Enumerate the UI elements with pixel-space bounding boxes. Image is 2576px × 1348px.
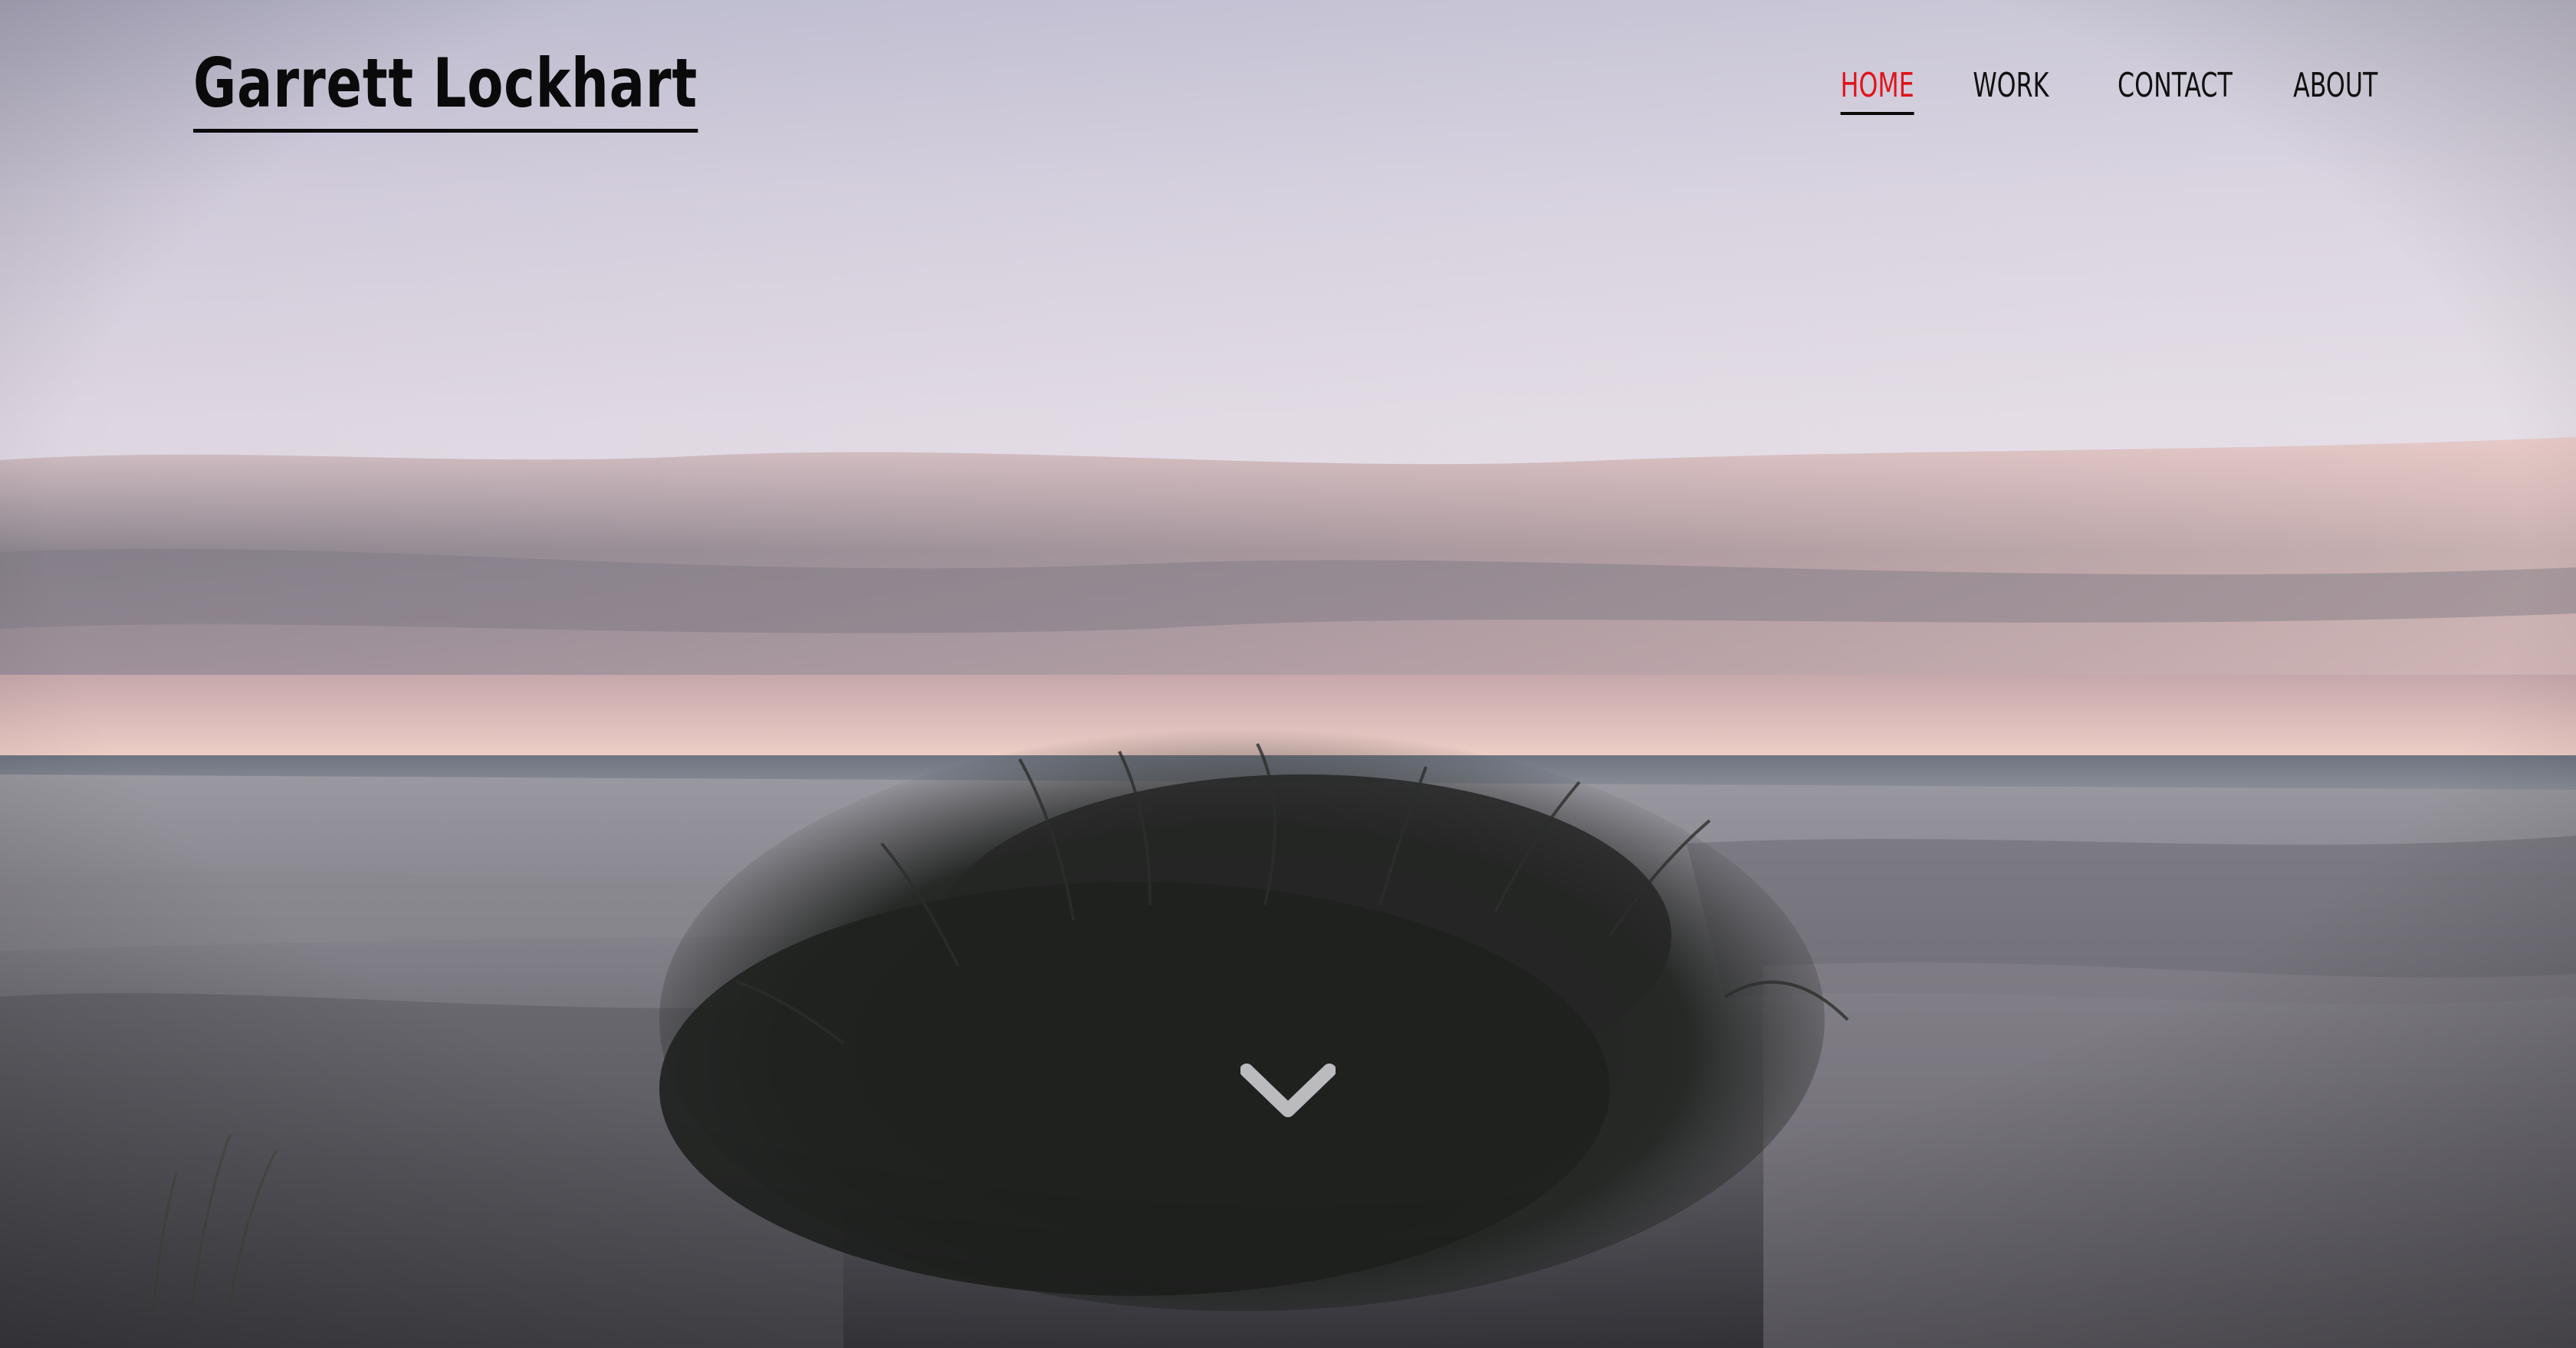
main-navigation: HOME WORK CONTACT ABOUT <box>1818 61 2383 115</box>
chevron-down-icon <box>1240 1064 1336 1117</box>
hero-background-image <box>0 0 2576 1348</box>
home-page: Garrett Lockhart HOME WORK CONTACT ABOUT <box>0 0 2576 1348</box>
nav-work[interactable]: WORK <box>1968 61 2054 110</box>
nav-home[interactable]: HOME <box>1835 61 1919 115</box>
nav-about[interactable]: ABOUT <box>2288 61 2383 110</box>
site-header: Garrett Lockhart HOME WORK CONTACT ABOUT <box>0 0 2576 153</box>
scroll-down-button[interactable] <box>1240 1063 1336 1124</box>
nav-contact[interactable]: CONTACT <box>2113 61 2238 110</box>
site-title-link[interactable]: Garrett Lockhart <box>193 41 698 133</box>
